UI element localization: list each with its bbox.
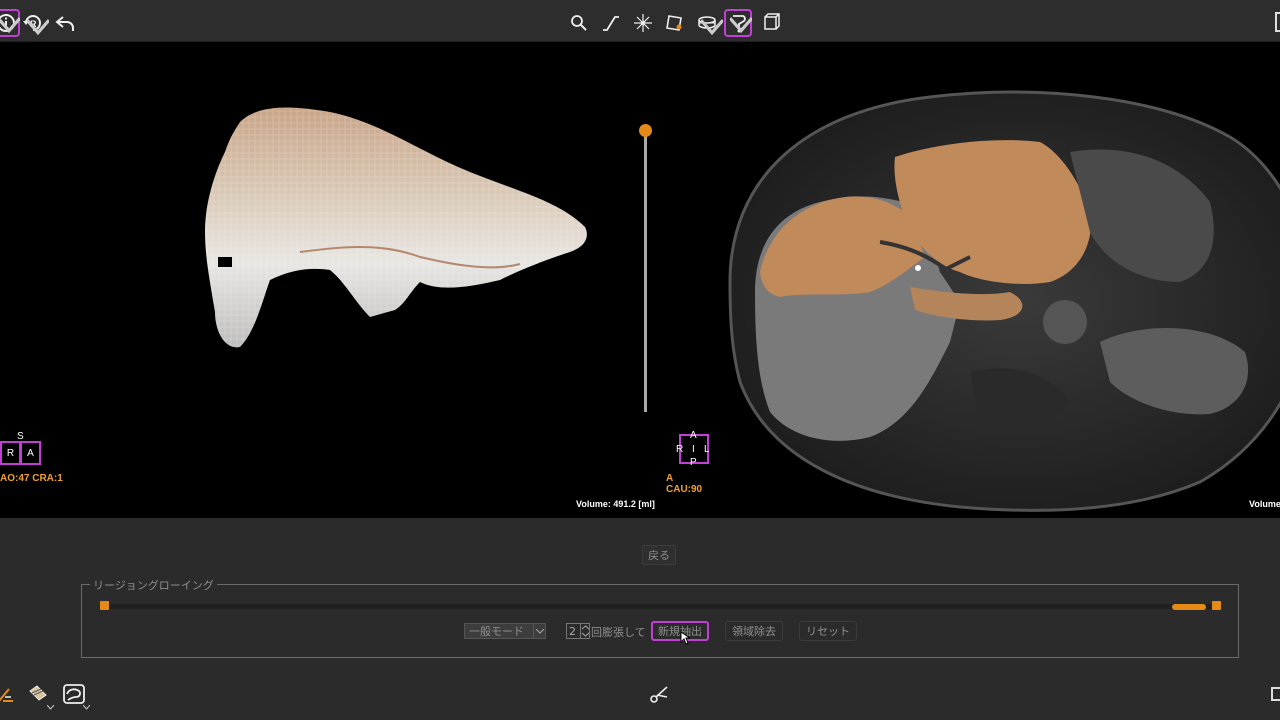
- window-level-icon[interactable]: [597, 9, 625, 37]
- remove-region-button[interactable]: 領域除去: [725, 621, 783, 641]
- app-window: R S R A AO:47 CRA:1 Volume: 491.2 [ml] A…: [0, 0, 1280, 720]
- top-toolbar: R: [0, 0, 1280, 42]
- zoom-icon[interactable]: [565, 9, 593, 37]
- angle-label-left: AO:47 CRA:1: [0, 473, 63, 484]
- orient-a: A: [690, 430, 697, 441]
- mode-select-value: 一般モード: [469, 625, 524, 638]
- measure-icon[interactable]: [0, 680, 20, 708]
- orient-p: P: [690, 457, 697, 468]
- reset-button[interactable]: リセット: [799, 621, 857, 641]
- brush-icon[interactable]: [24, 680, 54, 710]
- region-growing-group: リージョングローイング 一般モード 2 回膨張して 新規抽出 領域除去 リセット: [81, 577, 1239, 658]
- depth-slider-handle[interactable]: [639, 124, 652, 137]
- dilate-count-stepper[interactable]: 2: [566, 623, 590, 639]
- stepper-arrows-icon[interactable]: [580, 624, 590, 638]
- group-title: リージョングローイング: [90, 577, 217, 593]
- chevron-down-icon: [533, 624, 545, 638]
- panel-toggle-icon[interactable]: [1275, 12, 1280, 32]
- info-icon[interactable]: [0, 9, 20, 37]
- orientation-cube-left: S R A: [0, 431, 42, 465]
- volume-label-right: Volume: [1249, 499, 1280, 509]
- liver-3d-render: [205, 107, 587, 348]
- dilate-count-value: 2: [569, 624, 576, 638]
- undo-icon[interactable]: [51, 9, 79, 37]
- slider-range-fill[interactable]: [1172, 604, 1206, 610]
- control-panel: 戻る リージョングローイング 一般モード 2 回膨張して 新規抽出 領域除去 リ…: [0, 518, 1280, 720]
- panel-toggle-bottom-icon[interactable]: [1271, 687, 1280, 701]
- dilate-label: 回膨張して: [591, 626, 646, 639]
- volume-label-left: Volume: 491.2 [ml]: [576, 499, 655, 509]
- slider-min-handle[interactable]: [100, 601, 109, 610]
- layers-icon[interactable]: [693, 9, 723, 37]
- back-button[interactable]: 戻る: [642, 545, 676, 565]
- scissors-icon[interactable]: [645, 680, 673, 708]
- orient-i: I: [692, 444, 695, 455]
- viewport-3d[interactable]: S R A AO:47 CRA:1 Volume: 491.2 [ml] A R…: [0, 42, 710, 518]
- threshold-slider-track[interactable]: [100, 604, 1218, 609]
- orient-face-right: A: [20, 441, 41, 465]
- contour-icon[interactable]: [60, 680, 90, 710]
- angle-label-right: A CAU:90: [666, 473, 703, 495]
- orient-r: R: [676, 444, 684, 455]
- orient-right: A: [27, 447, 34, 459]
- axial-mri-image: [728, 90, 1280, 512]
- orient-l: L: [704, 444, 710, 455]
- cube-icon[interactable]: [756, 9, 784, 37]
- orient-left: R: [6, 447, 15, 459]
- orient-face-left: R: [0, 441, 21, 465]
- mouse-cursor-icon: [680, 631, 690, 645]
- depth-slider-track[interactable]: [644, 132, 647, 412]
- rotate-r-icon[interactable]: R: [19, 9, 49, 37]
- viewport-axial[interactable]: Volume: [710, 42, 1280, 518]
- lasso-icon[interactable]: [724, 9, 752, 37]
- edit-roi-icon[interactable]: [661, 9, 689, 37]
- pan-icon[interactable]: [629, 9, 657, 37]
- slider-max-handle[interactable]: [1212, 601, 1221, 610]
- orientation-cube-axial: A R I L P: [675, 430, 710, 468]
- mode-select[interactable]: 一般モード: [464, 623, 546, 639]
